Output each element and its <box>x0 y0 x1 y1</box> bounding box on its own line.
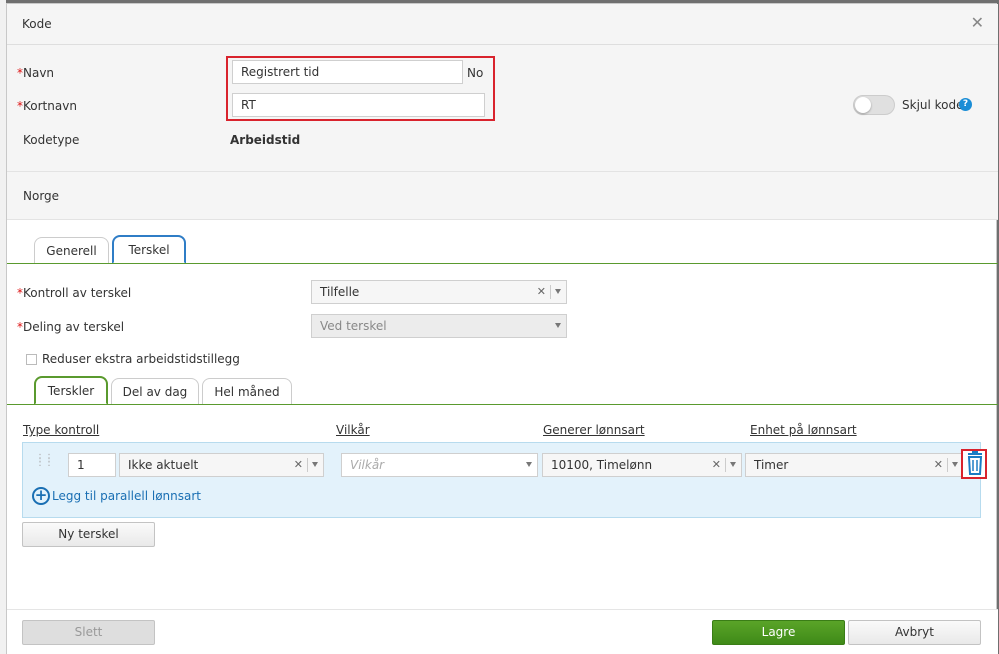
skjul-kode-label: Skjul kode <box>902 98 964 112</box>
add-parallel-link[interactable]: Legg til parallell lønnsart <box>52 489 201 503</box>
drag-handle-icon[interactable]: ⋮⋮ ⋮⋮ <box>35 454 54 468</box>
delete-row-button[interactable] <box>961 449 987 479</box>
enhet-select[interactable]: Timer ✕ <box>745 453 964 477</box>
trash-icon <box>967 451 983 475</box>
select-separator <box>725 458 726 472</box>
highlight-box <box>226 56 495 121</box>
tabs-underline <box>7 263 998 264</box>
vilkar-placeholder: Vilkår <box>350 458 385 472</box>
type-kontroll-value: Ikke aktuelt <box>128 458 199 472</box>
chevron-down-icon[interactable] <box>526 462 532 467</box>
clear-icon[interactable]: ✕ <box>712 458 721 471</box>
column-enhet-lonnsart[interactable]: Enhet på lønnsart <box>750 423 857 437</box>
column-generer-lonnsart[interactable]: Generer lønnsart <box>543 423 645 437</box>
clear-icon[interactable]: ✕ <box>934 458 943 471</box>
reduser-label: Reduser ekstra arbeidstidstillegg <box>42 352 240 366</box>
code-dialog: Kode ✕ *Navn Registrert tid No *Kortnavn… <box>6 3 998 654</box>
ny-terskel-button[interactable]: Ny terskel <box>22 522 155 547</box>
threshold-row: ⋮⋮ ⋮⋮ 1 Ikke aktuelt ✕ Vilkår 10100, Time… <box>22 442 987 518</box>
navn-label: *Navn <box>17 66 55 80</box>
select-separator <box>947 458 948 472</box>
country-label: Norge <box>23 189 60 203</box>
column-type-kontroll[interactable]: Type kontroll <box>23 423 99 437</box>
row-number-input[interactable]: 1 <box>68 453 116 477</box>
kortnavn-label: *Kortnavn <box>17 99 77 113</box>
avbryt-button[interactable]: Avbryt <box>848 620 981 645</box>
type-kontroll-select[interactable]: Ikke aktuelt ✕ <box>119 453 324 477</box>
kodetype-value: Arbeidstid <box>230 133 301 147</box>
chevron-down-icon[interactable] <box>312 462 318 467</box>
select-separator <box>307 458 308 472</box>
column-vilkar[interactable]: Vilkår <box>336 423 370 437</box>
code-info-section: *Navn Registrert tid No *Kortnavn RT Kod… <box>7 45 998 171</box>
chevron-down-icon[interactable] <box>555 289 561 294</box>
dialog-header: Kode ✕ <box>7 4 998 45</box>
clear-icon[interactable]: ✕ <box>294 458 303 471</box>
kontroll-select[interactable]: Tilfelle ✕ <box>311 280 567 304</box>
subtab-terskler[interactable]: Terskler <box>34 376 108 405</box>
tab-generell[interactable]: Generell <box>34 237 109 263</box>
reduser-checkbox[interactable] <box>26 354 37 365</box>
deling-label: *Deling av terskel <box>17 320 125 334</box>
close-icon[interactable]: ✕ <box>971 15 984 31</box>
dialog-title: Kode <box>22 17 52 31</box>
chevron-down-icon[interactable] <box>730 462 736 467</box>
slett-button[interactable]: Slett <box>22 620 155 645</box>
lonnsart-value: 10100, Timelønn <box>551 458 653 472</box>
subtab-hel-maned[interactable]: Hel måned <box>202 378 292 404</box>
tab-terskel[interactable]: Terskel <box>112 235 186 264</box>
kontroll-label: *Kontroll av terskel <box>17 286 132 300</box>
dialog-footer: Slett Lagre Avbryt <box>7 609 998 654</box>
help-icon[interactable]: ? <box>959 98 972 111</box>
deling-select: Ved terskel <box>311 314 567 338</box>
kodetype-label: Kodetype <box>23 133 80 147</box>
add-circle-icon[interactable]: + <box>32 487 50 505</box>
clear-icon[interactable]: ✕ <box>537 285 546 298</box>
country-section: Norge <box>7 171 998 220</box>
chevron-down-icon[interactable] <box>952 462 958 467</box>
kontroll-value: Tilfelle <box>320 285 360 299</box>
chevron-down-icon <box>555 323 561 328</box>
enhet-value: Timer <box>754 458 789 472</box>
lonnsart-select[interactable]: 10100, Timelønn ✕ <box>542 453 742 477</box>
subtab-del-av-dag[interactable]: Del av dag <box>111 378 199 404</box>
subtabs-underline <box>7 404 998 405</box>
deling-value: Ved terskel <box>320 319 387 333</box>
lagre-button[interactable]: Lagre <box>712 620 845 645</box>
skjul-kode-toggle[interactable] <box>853 95 895 115</box>
vilkar-select[interactable]: Vilkår <box>341 453 538 477</box>
toggle-knob <box>855 97 871 113</box>
select-separator <box>550 285 551 299</box>
